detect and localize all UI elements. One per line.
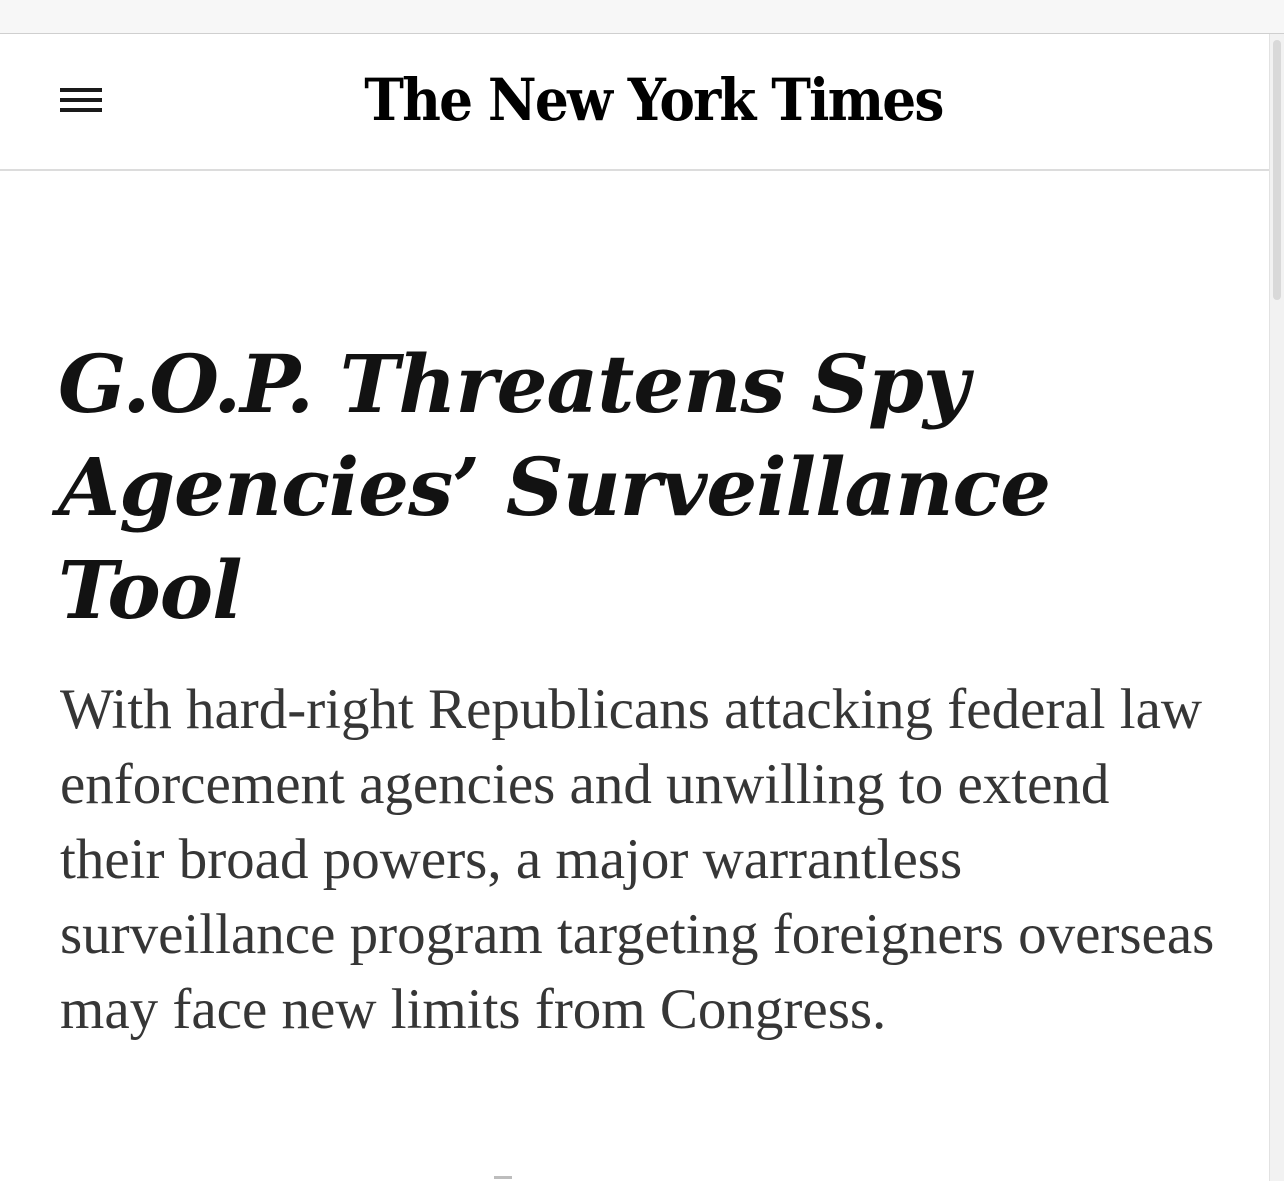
article-summary: With hard-right Republicans attacking fe… (60, 678, 1215, 1041)
site-logo[interactable]: The New York Times (364, 60, 944, 140)
menu-button[interactable] (56, 82, 106, 122)
scrollbar-thumb[interactable] (1273, 40, 1281, 300)
article-headline: G.O.P. Threatens Spy Agencies’ Surveilla… (58, 337, 1051, 637)
content-divider (494, 1176, 512, 1179)
browser-top-strip (0, 0, 1284, 34)
masthead: The New York Times (0, 34, 1270, 171)
scrollbar[interactable] (1269, 34, 1284, 1181)
